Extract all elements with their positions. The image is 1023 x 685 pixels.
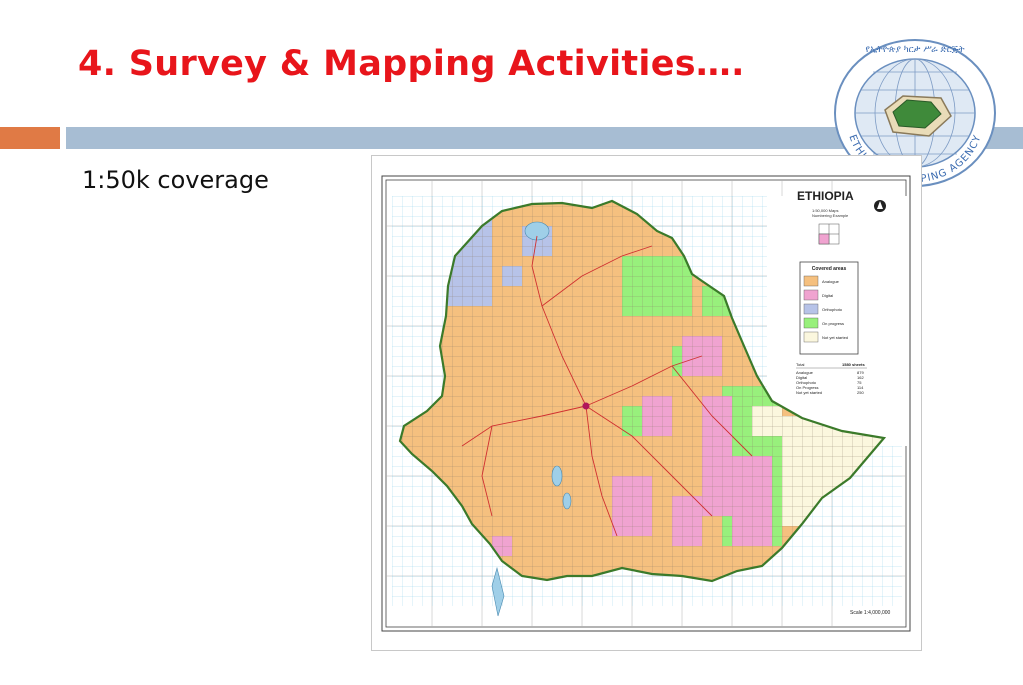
capital-marker xyxy=(582,402,590,410)
legend-swatch-digital xyxy=(803,289,819,301)
legend-label: Analogue xyxy=(822,279,840,284)
numbering-example xyxy=(818,223,840,245)
map-legend: Covered areas Analogue Digital Orthophot… xyxy=(799,261,859,355)
legend-swatch-analogue xyxy=(803,275,819,287)
svg-text:250: 250 xyxy=(857,390,864,395)
svg-text:1580 sheets: 1580 sheets xyxy=(842,362,865,367)
legend-label: Not yet started xyxy=(822,335,848,340)
legend-swatch-not-started xyxy=(803,331,819,343)
ethiopia-coverage-map-svg: ETHIOPIA 1:50,000 Maps Numbering Example… xyxy=(381,175,911,632)
svg-text:Total: Total xyxy=(796,362,805,367)
coverage-map: ETHIOPIA 1:50,000 Maps Numbering Example… xyxy=(371,155,922,651)
accent-bar-orange xyxy=(0,127,60,149)
legend-label: Orthophoto xyxy=(822,307,843,312)
legend-swatch-on-progress xyxy=(803,317,819,329)
legend-label: On progress xyxy=(822,321,844,326)
legend-title: Covered areas xyxy=(812,266,847,272)
legend-swatch-orthophoto xyxy=(803,303,819,315)
coverage-subtitle: 1:50k coverage xyxy=(82,166,269,194)
slide-title: 4. Survey & Mapping Activities…. xyxy=(78,44,745,84)
legend-label: Digital xyxy=(822,293,833,298)
svg-text:Numbering Example: Numbering Example xyxy=(812,213,849,218)
svg-text:Not yet started: Not yet started xyxy=(796,390,822,395)
map-scale: Scale 1:4,000,000 xyxy=(850,610,891,616)
map-country-name: ETHIOPIA xyxy=(797,189,854,203)
svg-text:የኢትዮጵያ ካርታ ሥራ ድርጅት: የኢትዮጵያ ካርታ ሥራ ድርጅት xyxy=(865,45,964,55)
